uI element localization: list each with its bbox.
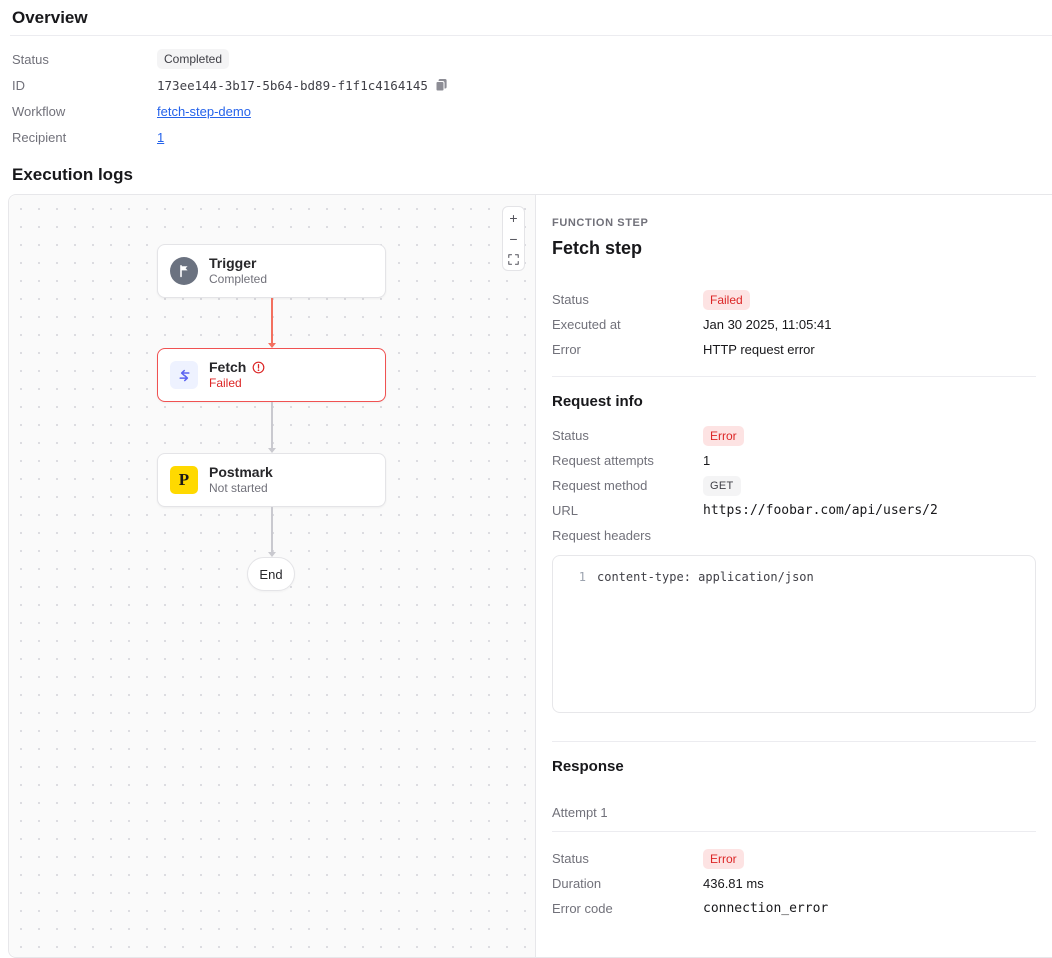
step-error-label: Error [552, 342, 703, 357]
request-url-value: https://foobar.com/api/users/2 [703, 503, 938, 518]
request-status-badge: Error [703, 426, 744, 446]
canvas-controls: + − [502, 206, 525, 271]
request-attempts-value: 1 [703, 453, 710, 468]
overview-id-row: ID 173ee144-3b17-5b64-bd89-f1f1c4164145 [12, 72, 1040, 98]
trigger-node-status: Completed [209, 272, 267, 287]
fetch-node-status: Failed [209, 376, 265, 391]
end-node-label: End [259, 567, 282, 582]
response-error-code-label: Error code [552, 901, 703, 916]
execution-logs-title: Execution logs [0, 164, 1052, 186]
section-divider [552, 741, 1036, 742]
trigger-node-title: Trigger [209, 255, 256, 272]
overview-recipient-row: Recipient 1 [12, 124, 1040, 150]
request-method-label: Request method [552, 478, 703, 493]
fetch-node-title: Fetch [209, 359, 246, 376]
edge-fetch-postmark [271, 402, 273, 448]
copy-id-button[interactable] [435, 78, 448, 92]
step-details-panel: FUNCTION STEP Fetch step Status Failed E… [536, 195, 1052, 957]
response-status-label: Status [552, 851, 703, 866]
status-label: Status [12, 52, 157, 67]
recipient-link[interactable]: 1 [157, 130, 164, 145]
request-method-row: Request method GET [552, 473, 1036, 498]
step-status-row: Status Failed [552, 287, 1036, 312]
step-status-badge: Failed [703, 290, 750, 310]
fit-view-button[interactable] [503, 249, 524, 270]
code-line-content: content-type: application/json [597, 569, 814, 586]
executed-at-value: Jan 30 2025, 11:05:41 [703, 317, 831, 332]
request-info-title: Request info [552, 393, 1036, 410]
executed-at-label: Executed at [552, 317, 703, 332]
request-attempts-label: Request attempts [552, 453, 703, 468]
step-error-row: Error HTTP request error [552, 337, 1036, 362]
response-status-badge: Error [703, 849, 744, 869]
request-url-label: URL [552, 503, 703, 518]
workflow-node-trigger[interactable]: Trigger Completed [157, 244, 386, 298]
copy-icon [435, 78, 448, 92]
id-label: ID [12, 78, 157, 93]
response-duration-row: Duration 436.81 ms [552, 871, 1036, 896]
request-attempts-row: Request attempts 1 [552, 448, 1036, 473]
overview-rows: Status Completed ID 173ee144-3b17-5b64-b… [0, 36, 1052, 150]
overview-title: Overview [12, 8, 1040, 28]
step-type-kicker: FUNCTION STEP [552, 217, 1036, 229]
section-divider [552, 376, 1036, 377]
workflow-canvas[interactable]: Trigger Completed Fetch [9, 195, 536, 957]
code-line: 1 content-type: application/json [553, 569, 1035, 586]
execution-logs-panel: Trigger Completed Fetch [8, 194, 1052, 958]
response-error-code-value: connection_error [703, 901, 828, 916]
request-headers-code-block: 1 content-type: application/json [552, 555, 1036, 713]
overview-section: Overview [0, 0, 1052, 35]
response-duration-label: Duration [552, 876, 703, 891]
postmark-node-title: Postmark [209, 464, 273, 481]
workflow-node-postmark[interactable]: P Postmark Not started [157, 453, 386, 507]
postmark-logo-icon: P [170, 466, 198, 494]
postmark-node-status: Not started [209, 481, 273, 496]
edge-postmark-end [271, 507, 273, 552]
request-headers-row: Request headers [552, 523, 1036, 548]
executed-at-row: Executed at Jan 30 2025, 11:05:41 [552, 312, 1036, 337]
request-status-row: Status Error [552, 423, 1036, 448]
fit-view-icon [508, 254, 519, 265]
overview-status-row: Status Completed [12, 46, 1040, 72]
recipient-label: Recipient [12, 130, 157, 145]
workflow-label: Workflow [12, 104, 157, 119]
response-title: Response [552, 758, 1036, 775]
zoom-in-button[interactable]: + [503, 207, 524, 228]
response-duration-value: 436.81 ms [703, 876, 764, 891]
request-headers-label: Request headers [552, 528, 703, 543]
swap-arrows-icon [170, 361, 198, 389]
zoom-out-button[interactable]: − [503, 228, 524, 249]
request-method-badge: GET [703, 476, 741, 496]
step-error-value: HTTP request error [703, 342, 815, 357]
overview-workflow-row: Workflow fetch-step-demo [12, 98, 1040, 124]
error-warning-icon [252, 361, 265, 374]
code-line-number: 1 [553, 569, 597, 586]
response-status-row: Status Error [552, 846, 1036, 871]
workflow-node-end: End [247, 557, 295, 591]
edge-trigger-fetch [271, 298, 273, 343]
flag-icon [170, 257, 198, 285]
response-error-code-row: Error code connection_error [552, 896, 1036, 921]
step-status-label: Status [552, 292, 703, 307]
attempt-divider [552, 831, 1036, 832]
request-status-label: Status [552, 428, 703, 443]
transaction-id-value: 173ee144-3b17-5b64-bd89-f1f1c4164145 [157, 78, 428, 93]
request-url-row: URL https://foobar.com/api/users/2 [552, 498, 1036, 523]
status-badge: Completed [157, 49, 229, 69]
attempt-label: Attempt 1 [552, 805, 1036, 820]
workflow-node-fetch[interactable]: Fetch Failed [157, 348, 386, 402]
step-title: Fetch step [552, 238, 1036, 259]
workflow-link[interactable]: fetch-step-demo [157, 104, 251, 119]
